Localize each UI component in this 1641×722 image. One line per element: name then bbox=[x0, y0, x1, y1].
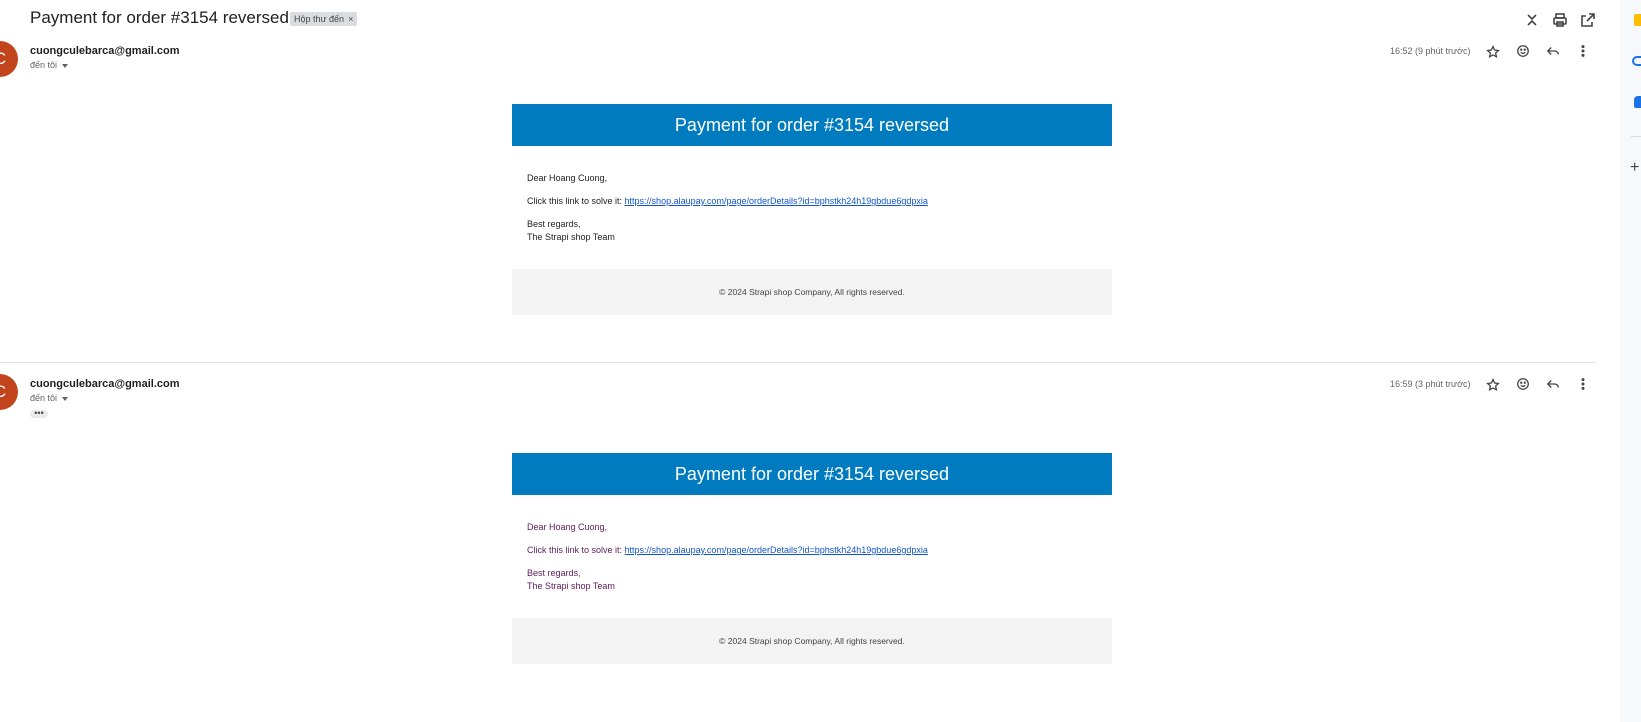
open-new-window-icon bbox=[1578, 10, 1598, 30]
message-divider bbox=[0, 362, 1596, 363]
order-details-link[interactable]: https://shop.alaupay.com/page/orderDetai… bbox=[625, 196, 928, 206]
label-chip-text: Hộp thư đến bbox=[294, 14, 345, 24]
inbox-label-chip[interactable]: Hộp thư đến × bbox=[290, 12, 358, 26]
message-time: 16:59 (3 phút trước) bbox=[1390, 379, 1471, 389]
star-button[interactable] bbox=[1486, 45, 1500, 64]
regards: Best regards, bbox=[527, 568, 581, 578]
rail-divider bbox=[1631, 136, 1641, 137]
message-time: 16:52 (9 phút trước) bbox=[1390, 46, 1471, 56]
email-footer: © 2024 Strapi shop Company, All rights r… bbox=[512, 269, 1112, 315]
add-reaction-button[interactable] bbox=[1516, 44, 1530, 63]
print-all-button[interactable] bbox=[1550, 10, 1570, 30]
sender-email[interactable]: cuongculebarca@gmail.com bbox=[30, 45, 180, 57]
side-panel-rail bbox=[1620, 0, 1641, 722]
email-footer: © 2024 Strapi shop Company, All rights r… bbox=[512, 618, 1112, 664]
link-line: Click this link to solve it: https://sho… bbox=[527, 196, 1097, 206]
add-reaction-button[interactable] bbox=[1516, 377, 1530, 396]
greeting: Dear Hoang Cuong, bbox=[527, 173, 608, 183]
print-icon bbox=[1550, 10, 1570, 30]
signature: The Strapi shop Team bbox=[527, 581, 615, 591]
more-vert-icon bbox=[1581, 45, 1585, 57]
emoji-icon bbox=[1517, 45, 1529, 57]
sender-avatar[interactable]: C bbox=[0, 374, 18, 410]
add-icon[interactable]: + bbox=[1630, 160, 1639, 176]
emoji-icon bbox=[1517, 378, 1529, 390]
keep-icon[interactable] bbox=[1634, 14, 1641, 26]
recipient-details-toggle[interactable]: đến tôi bbox=[30, 60, 69, 70]
link-prefix: Click this link to solve it: bbox=[527, 545, 623, 555]
chevron-down-icon bbox=[62, 63, 69, 68]
email-banner: Payment for order #3154 reversed bbox=[512, 453, 1112, 495]
more-vert-icon bbox=[1581, 378, 1585, 390]
show-trimmed-content-button[interactable]: ••• bbox=[30, 409, 48, 418]
sender-email[interactable]: cuongculebarca@gmail.com bbox=[30, 378, 180, 390]
reply-button[interactable] bbox=[1546, 377, 1560, 396]
sender-avatar[interactable]: C bbox=[0, 41, 18, 77]
email-subject: Payment for order #3154 reversed bbox=[30, 8, 289, 27]
greeting: Dear Hoang Cuong, bbox=[527, 522, 608, 532]
collapse-all-button[interactable] bbox=[1522, 10, 1542, 30]
star-icon bbox=[1486, 45, 1500, 59]
tasks-icon[interactable] bbox=[1632, 56, 1641, 66]
email-banner: Payment for order #3154 reversed bbox=[512, 104, 1112, 146]
remove-label-icon[interactable]: × bbox=[348, 14, 353, 24]
open-in-new-window-button[interactable] bbox=[1578, 10, 1598, 30]
collapse-all-icon bbox=[1522, 10, 1542, 30]
reply-button[interactable] bbox=[1546, 44, 1560, 63]
reply-icon bbox=[1546, 380, 1559, 388]
email-body: Dear Hoang Cuong, Click this link to sol… bbox=[512, 146, 1112, 242]
reply-icon bbox=[1546, 47, 1559, 55]
star-button[interactable] bbox=[1486, 378, 1500, 397]
regards: Best regards, bbox=[527, 219, 581, 229]
chevron-down-icon bbox=[62, 396, 69, 401]
link-prefix: Click this link to solve it: bbox=[527, 196, 623, 206]
more-options-button[interactable] bbox=[1576, 377, 1590, 396]
more-options-button[interactable] bbox=[1576, 44, 1590, 63]
email-content-1: Payment for order #3154 reversed Dear Ho… bbox=[512, 104, 1112, 315]
email-body: Dear Hoang Cuong, Click this link to sol… bbox=[512, 495, 1112, 591]
signature: The Strapi shop Team bbox=[527, 232, 615, 242]
to-me-label: đến tôi bbox=[30, 393, 58, 403]
order-details-link[interactable]: https://shop.alaupay.com/page/orderDetai… bbox=[625, 545, 928, 555]
link-line: Click this link to solve it: https://sho… bbox=[527, 545, 1097, 555]
to-me-label: đến tôi bbox=[30, 60, 58, 70]
star-icon bbox=[1486, 378, 1500, 392]
contacts-icon[interactable] bbox=[1634, 96, 1641, 108]
recipient-details-toggle[interactable]: đến tôi bbox=[30, 393, 69, 403]
email-content-2: Payment for order #3154 reversed Dear Ho… bbox=[512, 453, 1112, 664]
